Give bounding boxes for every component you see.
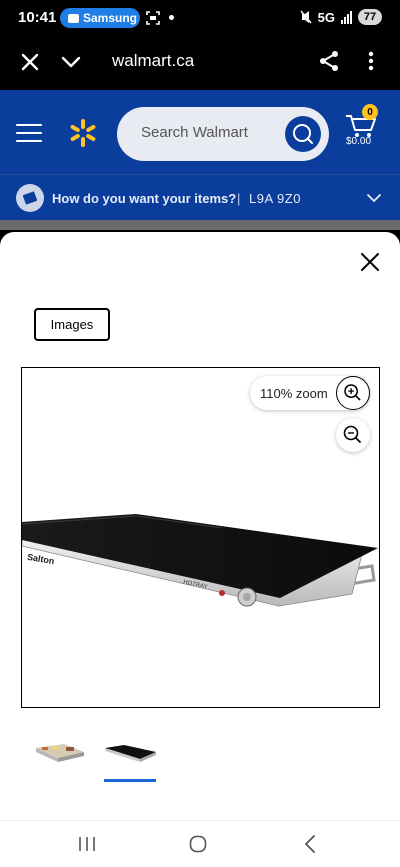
chevron-down-icon[interactable] — [366, 192, 382, 204]
notification-app-label: Samsung — [83, 11, 138, 25]
back-icon[interactable] — [304, 835, 316, 853]
more-options-icon[interactable] — [362, 50, 380, 72]
browser-toolbar: walmart.ca — [0, 36, 400, 90]
close-icon[interactable] — [360, 252, 380, 272]
selected-thumbnail-indicator — [104, 779, 156, 782]
cart-count-badge: 0 — [362, 104, 378, 120]
page-content-behind — [0, 220, 400, 230]
search-icon — [293, 124, 313, 144]
search-bar[interactable]: Search Walmart — [117, 107, 329, 161]
signal-icon — [341, 10, 352, 24]
system-navigation-bar — [0, 820, 400, 867]
images-tab[interactable]: Images — [34, 308, 110, 341]
search-placeholder[interactable]: Search Walmart — [141, 124, 248, 141]
zoom-in-button[interactable] — [336, 376, 370, 410]
walmart-spark-logo[interactable] — [68, 118, 98, 148]
zoom-in-icon — [344, 384, 361, 401]
status-time: 10:41 — [18, 9, 57, 26]
postal-code[interactable]: L9A 9Z0 — [249, 191, 301, 206]
product-thumbnail-selected[interactable] — [102, 732, 158, 772]
notification-dot-icon — [169, 15, 174, 20]
chat-icon — [68, 13, 79, 23]
product-image — [22, 514, 378, 607]
status-indicators: 5G 77 — [300, 9, 382, 25]
screenshot-icon — [146, 11, 160, 25]
close-tab-icon[interactable] — [20, 52, 40, 72]
image-viewer[interactable]: 110% zoom Salton HOTRAY — [21, 367, 380, 708]
delivery-selector[interactable]: How do you want your items? | L9A 9Z0 — [0, 182, 400, 216]
home-icon[interactable] — [189, 835, 207, 853]
delivery-icon — [16, 184, 44, 212]
delivery-separator: | — [237, 191, 241, 206]
chevron-down-icon[interactable] — [60, 52, 82, 72]
network-type: 5G — [317, 9, 335, 25]
battery-icon: 77 — [358, 9, 382, 25]
image-gallery-modal: Images 110% zoom Salton HOTRAY — [0, 232, 400, 820]
zoom-out-button[interactable] — [336, 418, 370, 452]
status-bar: 10:41 Samsung 5G 77 — [0, 0, 400, 36]
zoom-out-icon — [343, 425, 361, 443]
notification-pill[interactable]: Samsung — [60, 8, 140, 28]
share-icon[interactable] — [318, 50, 340, 72]
mute-icon — [300, 10, 312, 24]
search-button[interactable] — [285, 116, 321, 152]
site-header: Search Walmart 0 $0.00 How do you want y… — [0, 90, 400, 230]
menu-icon[interactable] — [16, 124, 42, 144]
url-text[interactable]: walmart.ca — [112, 51, 194, 71]
delivery-question[interactable]: How do you want your items? — [52, 191, 236, 206]
cart-total: $0.00 — [346, 136, 372, 147]
header-divider — [0, 174, 400, 175]
recent-apps-icon[interactable] — [78, 836, 96, 852]
product-thumbnail[interactable] — [34, 734, 86, 766]
